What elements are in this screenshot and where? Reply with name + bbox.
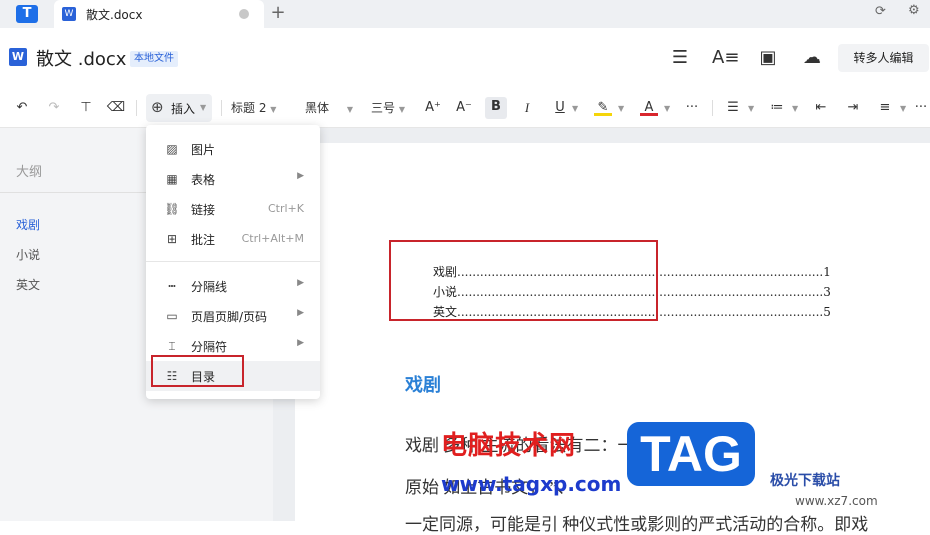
site-watermark-url: www.xz7.com bbox=[795, 494, 878, 508]
document-heading[interactable]: 戏剧 bbox=[405, 371, 441, 397]
tab-label: 散文.docx bbox=[86, 8, 143, 22]
word-doc-icon: W bbox=[62, 7, 76, 21]
present-icon[interactable]: ▣ bbox=[756, 46, 780, 70]
undo-icon[interactable]: ↶ bbox=[12, 98, 32, 118]
upload-cloud-icon[interactable]: ☁ bbox=[800, 46, 824, 70]
title-bar: W 散文 .docx 本地文件 ☰ A≡ ▣ ☁ 转多人编辑 bbox=[0, 28, 930, 88]
local-file-badge: 本地文件 bbox=[130, 51, 178, 67]
font-color-button[interactable]: A bbox=[640, 98, 658, 116]
image-icon: ▨ bbox=[166, 142, 178, 156]
redo-icon[interactable]: ↷ bbox=[44, 98, 64, 118]
divider-icon: ┅ bbox=[168, 279, 176, 293]
format-painter-icon[interactable]: ⊤ bbox=[76, 98, 96, 118]
highlight-box bbox=[151, 355, 244, 387]
indent-icon[interactable]: ⇥ bbox=[844, 98, 862, 118]
increase-font-icon[interactable]: A⁺ bbox=[424, 98, 442, 118]
more-icon[interactable]: ··· bbox=[683, 98, 701, 118]
formatting-toolbar: ↶ ↷ ⊤ ⌫ ⊕ 插入 ▼ 标题 2 ▼ 黑体 ▼ 三号 ▼ A⁺ A⁻ B … bbox=[0, 88, 930, 128]
separator-icon: ⌶ bbox=[168, 339, 176, 353]
collab-edit-button[interactable]: 转多人编辑 bbox=[838, 44, 929, 72]
table-icon: ▦ bbox=[166, 172, 178, 186]
header-footer-icon: ▭ bbox=[166, 309, 178, 323]
shortcut-label: Ctrl+Alt+M bbox=[241, 232, 304, 245]
chevron-down-icon: ▼ bbox=[200, 103, 207, 112]
tab-bar: T W 散文.docx + ⟳ ⚙ bbox=[0, 0, 930, 28]
link-icon: ⛓ bbox=[164, 202, 180, 216]
chevron-right-icon: ▶ bbox=[297, 171, 304, 181]
site-watermark: 极光下载站 bbox=[770, 473, 840, 489]
chevron-down-icon[interactable]: ▼ bbox=[748, 104, 754, 113]
new-tab-button[interactable]: + bbox=[268, 3, 288, 23]
more-icon[interactable]: ··· bbox=[912, 98, 930, 118]
outline-title: 大纲 bbox=[16, 165, 43, 180]
chevron-down-icon[interactable]: ▼ bbox=[572, 104, 578, 113]
bold-button[interactable]: B bbox=[485, 97, 507, 119]
insert-label: 插入 bbox=[171, 102, 196, 116]
chevron-down-icon[interactable]: ▼ bbox=[900, 104, 906, 113]
decrease-font-icon[interactable]: A⁻ bbox=[455, 98, 473, 118]
watermark-url: www.tagxp.com bbox=[441, 472, 622, 496]
outline-item[interactable]: 戏剧 bbox=[16, 216, 40, 233]
align-icon[interactable]: ≡ bbox=[876, 98, 894, 118]
menu-item-table[interactable]: ▦ 表格 ▶ bbox=[146, 164, 320, 194]
comment-icon: ⊞ bbox=[166, 232, 178, 246]
chevron-right-icon: ▶ bbox=[297, 308, 304, 318]
bullet-list-icon[interactable]: ☰ bbox=[724, 98, 742, 118]
plus-circle-icon: ⊕ bbox=[151, 98, 164, 116]
menu-item-divider-line[interactable]: ┅ 分隔线 ▶ bbox=[146, 271, 320, 301]
outdent-icon[interactable]: ⇤ bbox=[812, 98, 830, 118]
watermark-text: 电脑技术网 bbox=[441, 431, 577, 461]
chevron-right-icon: ▶ bbox=[297, 278, 304, 288]
app-logo-icon[interactable]: T bbox=[16, 5, 38, 23]
heading-style-select[interactable]: 标题 2 ▼ bbox=[231, 98, 276, 118]
highlight-box bbox=[389, 240, 658, 321]
chevron-down-icon[interactable]: ▼ bbox=[792, 104, 798, 113]
numbered-list-icon[interactable]: ≔ bbox=[768, 98, 786, 118]
text-format-icon[interactable]: A≡ bbox=[712, 46, 739, 70]
underline-button[interactable]: U bbox=[551, 98, 569, 118]
chevron-down-icon[interactable]: ▼ bbox=[664, 104, 670, 113]
menu-item-link[interactable]: ⛓ 链接 Ctrl+K bbox=[146, 194, 320, 224]
menu-divider bbox=[146, 261, 320, 262]
insert-button[interactable]: ⊕ 插入 ▼ bbox=[146, 94, 212, 122]
eraser-icon[interactable]: ⌫ bbox=[106, 98, 126, 118]
italic-button[interactable]: I bbox=[518, 98, 536, 118]
document-title[interactable]: 散文 .docx bbox=[36, 45, 126, 71]
menu-icon[interactable]: ☰ bbox=[668, 46, 692, 70]
menu-item-image[interactable]: ▨ 图片 bbox=[146, 134, 320, 164]
settings-icon[interactable]: ⚙ bbox=[908, 3, 920, 18]
outline-item[interactable]: 英文 bbox=[16, 276, 40, 293]
font-size-select[interactable]: 三号 ▼ bbox=[371, 98, 405, 118]
tag-logo: TAG bbox=[627, 422, 755, 486]
shortcut-label: Ctrl+K bbox=[267, 202, 304, 215]
word-doc-icon: W bbox=[9, 48, 27, 66]
tab-document[interactable]: W 散文.docx bbox=[54, 0, 264, 28]
font-select[interactable]: 黑体 ▼ bbox=[305, 98, 353, 118]
sync-icon[interactable]: ⟳ bbox=[875, 4, 886, 19]
unsaved-dot-icon[interactable] bbox=[239, 9, 249, 19]
menu-item-comment[interactable]: ⊞ 批注 Ctrl+Alt+M bbox=[146, 224, 320, 254]
outline-item[interactable]: 小说 bbox=[16, 246, 40, 263]
menu-item-header-footer[interactable]: ▭ 页眉页脚/页码 ▶ bbox=[146, 301, 320, 331]
highlight-icon[interactable]: ✎ bbox=[594, 98, 612, 116]
paragraph-line[interactable]: 一定同源，可能是引 种仪式性或影则的严式活动的合称。即戏 bbox=[405, 510, 868, 535]
chevron-down-icon[interactable]: ▼ bbox=[618, 104, 624, 113]
chevron-right-icon: ▶ bbox=[297, 338, 304, 348]
